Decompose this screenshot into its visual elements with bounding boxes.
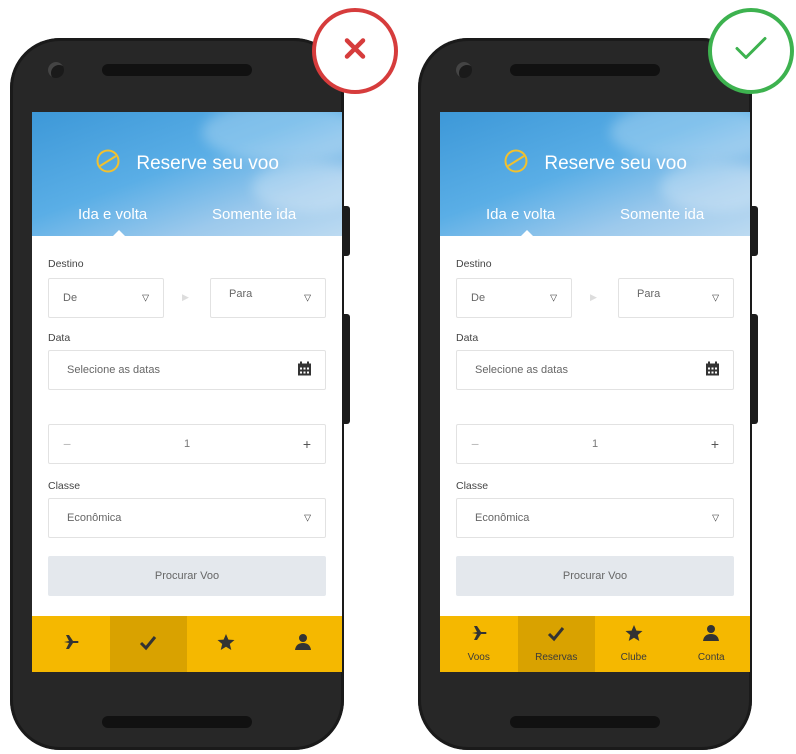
correct-badge	[708, 8, 794, 94]
decrement-button[interactable]: −	[63, 436, 71, 452]
arrow-right-icon: ▶	[182, 292, 189, 302]
data-label: Data	[48, 332, 71, 344]
check-icon	[547, 624, 565, 642]
trip-type-tabs: Ida e volta Somente ida	[440, 206, 750, 236]
tab-one-way[interactable]: Somente ida	[620, 206, 704, 223]
tab-one-way[interactable]: Somente ida	[212, 206, 296, 223]
calendar-icon	[706, 361, 719, 379]
star-icon	[625, 624, 643, 642]
phone-speaker	[102, 64, 252, 76]
chevron-down-icon: ▽	[550, 292, 557, 303]
camera-icon	[456, 62, 472, 78]
side-button	[751, 206, 758, 256]
phone-speaker	[510, 64, 660, 76]
passenger-count: 1	[183, 438, 191, 450]
side-button	[343, 314, 350, 424]
passenger-stepper: − 1 +	[456, 424, 734, 464]
side-button	[751, 314, 758, 424]
star-icon	[217, 633, 235, 651]
calendar-icon	[298, 361, 311, 379]
check-icon	[139, 633, 157, 651]
tab-round-trip[interactable]: Ida e volta	[78, 206, 147, 223]
destination-select[interactable]: Para ▽	[618, 278, 734, 318]
plane-circle-icon	[503, 148, 529, 180]
increment-button[interactable]: +	[303, 436, 311, 452]
destino-label: Destino	[456, 258, 492, 270]
nav-item-account[interactable]	[265, 616, 343, 672]
phone-home-bar	[102, 716, 252, 728]
user-icon	[294, 633, 312, 651]
decrement-button[interactable]: −	[471, 436, 479, 452]
trip-type-tabs: Ida e volta Somente ida	[32, 206, 342, 236]
nav-label: Conta	[697, 652, 725, 663]
data-label: Data	[456, 332, 479, 344]
phone-mockup-incorrect: Reserve seu voo Ida e volta Somente ida …	[10, 38, 350, 750]
destino-label: Destino	[48, 258, 84, 270]
passenger-stepper: − 1 +	[48, 424, 326, 464]
classe-label: Classe	[48, 480, 81, 492]
app-screen: Reserve seu voo Ida e volta Somente ida …	[440, 112, 750, 672]
classe-label: Classe	[456, 480, 489, 492]
search-flight-button[interactable]: Procurar Voo	[456, 556, 734, 596]
user-icon	[702, 624, 720, 642]
bottom-navigation: Voos Reservas Clube Conta	[440, 616, 750, 672]
page-title: Reserve seu voo	[544, 153, 687, 174]
chevron-down-icon: ▽	[712, 512, 719, 523]
check-icon	[734, 36, 768, 67]
nav-item-flights[interactable]	[32, 616, 110, 672]
search-flight-button[interactable]: Procurar Voo	[48, 556, 326, 596]
bottom-navigation	[32, 616, 342, 672]
nav-item-bookings[interactable]: Reservas	[517, 616, 595, 672]
active-tab-indicator	[520, 230, 534, 237]
camera-icon	[48, 62, 64, 78]
date-picker-field[interactable]: Selecione as datas	[48, 350, 326, 390]
nav-label: Clube	[620, 652, 647, 663]
date-picker-field[interactable]: Selecione as datas	[456, 350, 734, 390]
nav-label: Voos	[467, 652, 490, 663]
nav-item-flights[interactable]: Voos	[440, 616, 518, 672]
active-tab-indicator	[112, 230, 126, 237]
arrow-right-icon: ▶	[590, 292, 597, 302]
phone-home-bar	[510, 716, 660, 728]
nav-item-club[interactable]	[187, 616, 265, 672]
plane-icon	[470, 624, 488, 642]
plane-icon	[62, 633, 80, 651]
chevron-down-icon: ▽	[304, 512, 311, 523]
app-header: Reserve seu voo Ida e volta Somente ida	[32, 112, 342, 237]
nav-label: Reservas	[535, 652, 578, 663]
chevron-down-icon: ▽	[142, 292, 149, 303]
side-button	[343, 206, 350, 256]
nav-item-club[interactable]: Clube	[595, 616, 673, 672]
incorrect-badge	[312, 8, 398, 94]
plane-circle-icon	[95, 148, 121, 180]
origin-select[interactable]: De ▽	[48, 278, 164, 318]
app-header: Reserve seu voo Ida e volta Somente ida	[440, 112, 750, 237]
increment-button[interactable]: +	[711, 436, 719, 452]
destination-select[interactable]: Para ▽	[210, 278, 326, 318]
class-select[interactable]: Econômica ▽	[48, 498, 326, 538]
chevron-down-icon: ▽	[304, 292, 311, 303]
phone-mockup-correct: Reserve seu voo Ida e volta Somente ida …	[418, 38, 758, 750]
origin-select[interactable]: De ▽	[456, 278, 572, 318]
x-icon	[343, 37, 367, 66]
nav-item-bookings[interactable]	[109, 616, 187, 672]
app-screen: Reserve seu voo Ida e volta Somente ida …	[32, 112, 342, 672]
page-title: Reserve seu voo	[136, 153, 279, 174]
passenger-count: 1	[591, 438, 599, 450]
tab-round-trip[interactable]: Ida e volta	[486, 206, 555, 223]
nav-item-account[interactable]: Conta	[673, 616, 751, 672]
chevron-down-icon: ▽	[712, 292, 719, 303]
class-select[interactable]: Econômica ▽	[456, 498, 734, 538]
